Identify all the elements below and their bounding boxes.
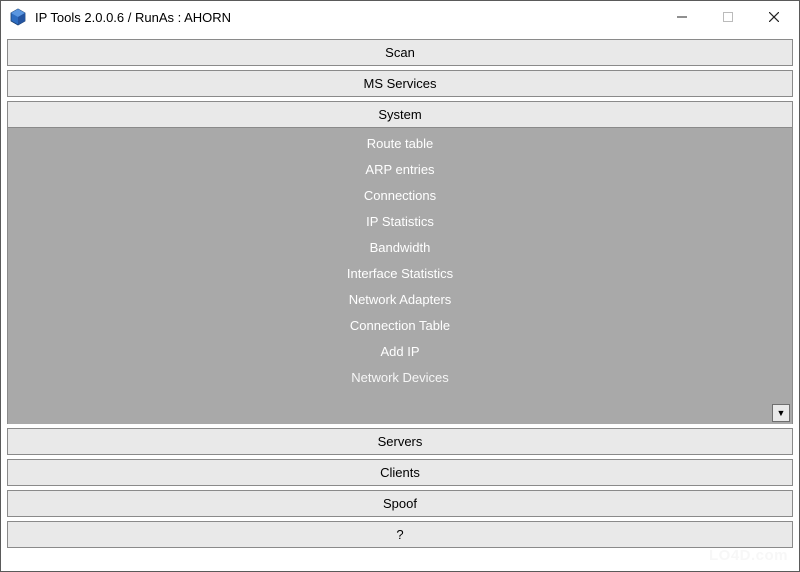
window-title: IP Tools 2.0.0.6 / RunAs : AHORN <box>35 10 659 25</box>
system-item-add-ip[interactable]: Add IP <box>380 344 419 359</box>
system-item-connection-table[interactable]: Connection Table <box>350 318 450 333</box>
window-controls <box>659 2 797 32</box>
system-item-ip-statistics[interactable]: IP Statistics <box>366 214 434 229</box>
system-item-interface-statistics[interactable]: Interface Statistics <box>347 266 453 281</box>
system-panel: Route table ARP entries Connections IP S… <box>7 128 793 424</box>
maximize-button[interactable] <box>705 2 751 32</box>
main-content: Scan MS Services System Route table ARP … <box>1 33 799 554</box>
section-servers[interactable]: Servers <box>7 428 793 455</box>
section-clients[interactable]: Clients <box>7 459 793 486</box>
system-item-route-table[interactable]: Route table <box>367 136 434 151</box>
app-icon <box>9 8 27 26</box>
minimize-button[interactable] <box>659 2 705 32</box>
system-item-connections[interactable]: Connections <box>364 188 436 203</box>
system-item-network-devices[interactable]: Network Devices <box>351 370 449 385</box>
section-spoof[interactable]: Spoof <box>7 490 793 517</box>
titlebar: IP Tools 2.0.0.6 / RunAs : AHORN <box>1 1 799 33</box>
scroll-down-button[interactable]: ▼ <box>772 404 790 422</box>
section-help[interactable]: ? <box>7 521 793 548</box>
system-list: Route table ARP entries Connections IP S… <box>8 128 792 385</box>
section-scan[interactable]: Scan <box>7 39 793 66</box>
close-button[interactable] <box>751 2 797 32</box>
section-ms-services[interactable]: MS Services <box>7 70 793 97</box>
system-item-arp-entries[interactable]: ARP entries <box>365 162 434 177</box>
section-system[interactable]: System <box>7 101 793 128</box>
system-item-network-adapters[interactable]: Network Adapters <box>349 292 452 307</box>
system-item-bandwidth[interactable]: Bandwidth <box>370 240 431 255</box>
